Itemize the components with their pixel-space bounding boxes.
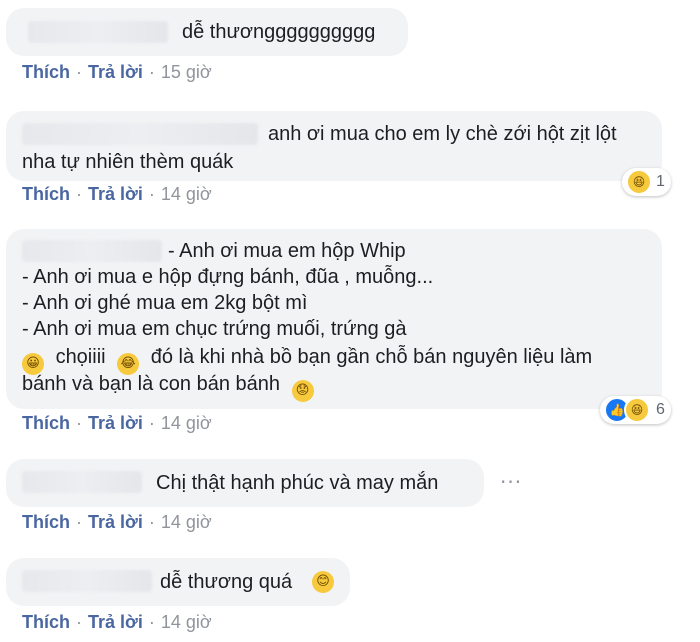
comment-text-line: anh ơi mua cho em ly chè zới hột zịt lột <box>268 123 617 145</box>
comment-text-fragment: chọiiii <box>55 346 106 368</box>
separator-dot: · <box>76 62 82 82</box>
comment-timestamp[interactable]: 14 giờ <box>161 612 212 632</box>
comment-bubble: dễ thương quá 😊 <box>6 558 350 606</box>
separator-dot: · <box>76 612 82 632</box>
blurred-author-name[interactable] <box>22 570 152 592</box>
reaction-count: 1 <box>656 173 665 190</box>
like-link[interactable]: Thích <box>22 62 70 82</box>
comment-actions: Thích · Trả lời · 14 giờ <box>22 612 212 633</box>
blurred-author-name[interactable] <box>28 21 168 43</box>
reply-link[interactable]: Trả lời <box>88 184 143 204</box>
comment-bubble: dễ thươngggggggggg <box>6 8 408 56</box>
reaction-summary[interactable]: 😆 1 <box>622 168 671 196</box>
separator-dot: · <box>148 512 155 532</box>
comment-timestamp[interactable]: 15 giờ <box>161 62 212 82</box>
reply-link[interactable]: Trả lời <box>88 413 143 433</box>
separator-dot: · <box>76 184 82 204</box>
haha-icon: 😆 <box>624 397 650 423</box>
comment-bubble: Chị thật hạnh phúc và may mắn <box>6 459 484 507</box>
comment-text: dễ thương quá <box>160 571 293 593</box>
comment-text-line: - Anh ơi mua em hộp Whip <box>168 240 406 262</box>
separator-dot: · <box>148 62 155 82</box>
like-link[interactable]: Thích <box>22 413 70 433</box>
like-link[interactable]: Thích <box>22 612 70 632</box>
separator-dot: · <box>148 612 155 632</box>
separator-dot: · <box>148 413 155 433</box>
comment-timestamp[interactable]: 14 giờ <box>161 184 212 204</box>
blurred-author-name[interactable] <box>22 123 258 145</box>
comment-bubble: anh ơi mua cho em ly chè zới hột zịt lột… <box>6 111 662 181</box>
smiling-emoji-icon: 😊 <box>312 571 334 593</box>
reply-link[interactable]: Trả lời <box>88 612 143 632</box>
blurred-author-name[interactable] <box>22 240 162 262</box>
haha-icon: 😆 <box>626 169 652 195</box>
separator-dot: · <box>76 512 82 532</box>
comment-text: dễ thươngggggggggg <box>182 21 376 43</box>
comment-timestamp[interactable]: 14 giờ <box>161 512 212 532</box>
comment-text-line: bánh và bạn là con bán bánh 😟 <box>22 371 314 402</box>
comment-actions: Thích · Trả lời · 14 giờ <box>22 413 212 434</box>
worried-emoji-icon: 😟 <box>291 380 314 402</box>
comment-timestamp[interactable]: 14 giờ <box>161 413 212 433</box>
reply-link[interactable]: Trả lời <box>88 62 143 82</box>
more-options-icon[interactable]: ··· <box>500 470 522 494</box>
like-link[interactable]: Thích <box>22 184 70 204</box>
reaction-count: 6 <box>656 401 665 418</box>
comment-text-fragment: đó là khi nhà bồ bạn gần chỗ bán nguyên … <box>150 346 593 368</box>
reply-link[interactable]: Trả lời <box>88 512 143 532</box>
comment-text-fragment: bánh và bạn là con bán bánh <box>22 373 280 395</box>
comment-text-line: - Anh ơi mua em chục trứng muối, trứng g… <box>22 318 407 340</box>
comment-text-line: - Anh ơi ghé mua em 2kg bột mì <box>22 292 308 314</box>
reaction-summary[interactable]: 👍 😆 6 <box>600 396 671 424</box>
comment-text-line: - Anh ơi mua e hộp đựng bánh, đũa , muỗn… <box>22 266 434 288</box>
comment-text: Chị thật hạnh phúc và may mắn <box>156 472 439 494</box>
comment-actions: Thích · Trả lời · 14 giờ <box>22 184 212 205</box>
separator-dot: · <box>76 413 82 433</box>
separator-dot: · <box>148 184 155 204</box>
blurred-author-name[interactable] <box>22 471 142 493</box>
comment-text-line: nha tự nhiên thèm quák <box>22 151 234 173</box>
comment-actions: Thích · Trả lời · 15 giờ <box>22 62 212 83</box>
comment-bubble: - Anh ơi mua em hộp Whip - Anh ơi mua e … <box>6 229 662 409</box>
like-link[interactable]: Thích <box>22 512 70 532</box>
comment-actions: Thích · Trả lời · 14 giờ <box>22 512 212 533</box>
